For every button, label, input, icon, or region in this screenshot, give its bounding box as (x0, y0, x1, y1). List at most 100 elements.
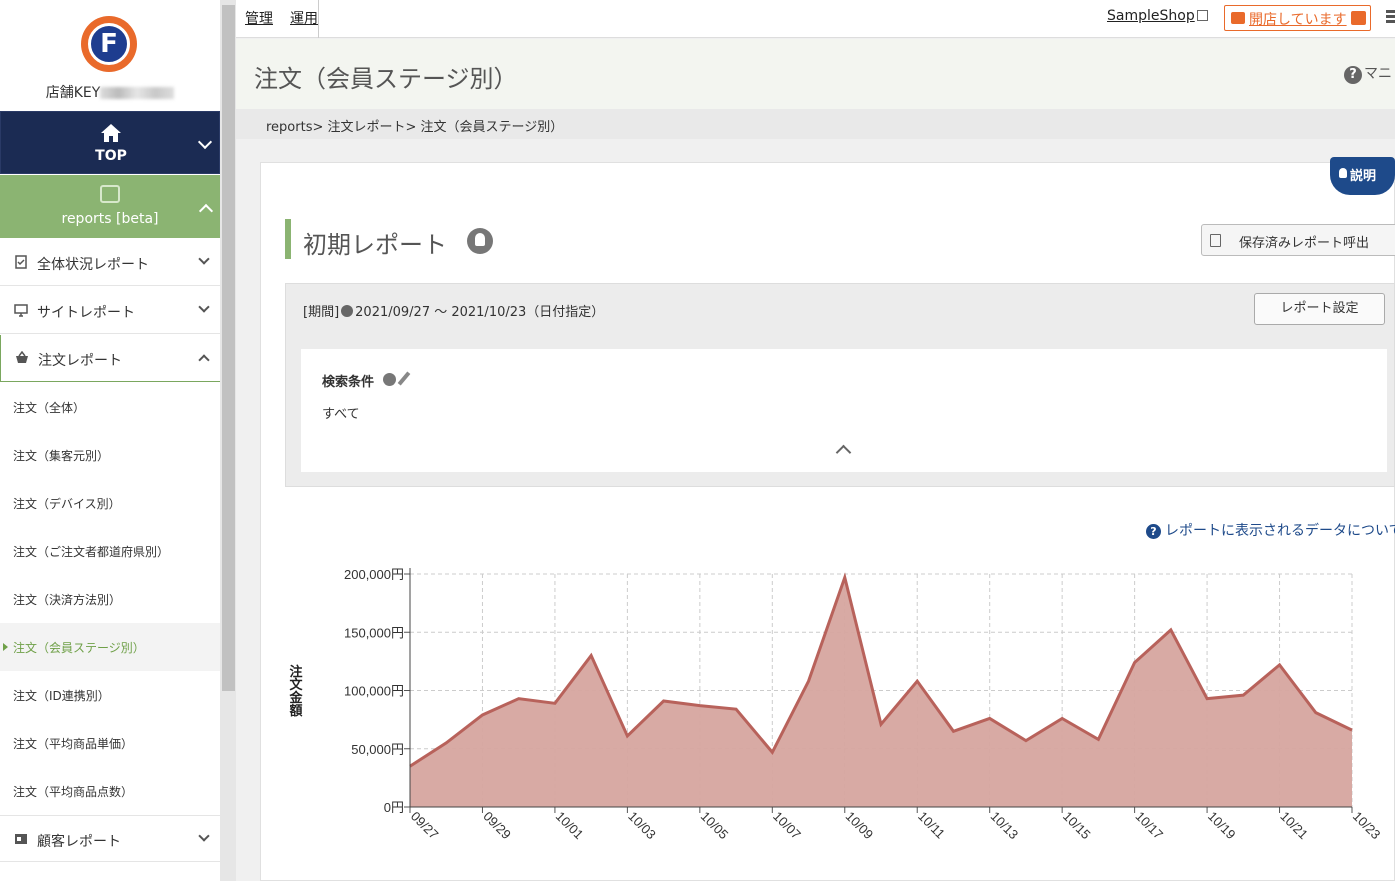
shop-logo[interactable]: F (81, 16, 137, 72)
sidebar-item-label: 注文（集客元別） (13, 449, 110, 463)
monitor-icon (14, 304, 28, 317)
nav-reports[interactable]: reports [beta] (0, 175, 220, 238)
report-title: 初期レポート (303, 231, 447, 259)
store-icon (1231, 12, 1245, 24)
x-tick-label: 10/07 (770, 809, 804, 843)
sidebar-item-orders-payment[interactable]: 注文（決済方法別） (0, 575, 220, 623)
data-note-link[interactable]: ? レポートに表示されるデータについて (1146, 520, 1395, 540)
data-note-label: レポートに表示されるデータについて (1165, 523, 1395, 539)
y-tick-label: 100,000円 (344, 684, 404, 699)
chevron-down-icon[interactable] (198, 301, 210, 313)
manual-link[interactable]: ? マニ (1344, 63, 1392, 84)
period-box: [期間] 2021/09/27 〜 2021/10/23（日付指定） レポート設定… (285, 283, 1395, 487)
sidebar-item-orders-source[interactable]: 注文（集客元別） (0, 431, 220, 479)
search-conditions-label: 検索条件 (322, 375, 375, 390)
chevron-up-icon[interactable] (835, 444, 852, 461)
period-prefix: [期間] (303, 305, 340, 320)
series-area (410, 577, 1352, 807)
sidebar-item-orders-all[interactable]: 注文（全体） (0, 383, 220, 431)
manual-label: マニ (1364, 66, 1392, 82)
pin-icon (341, 305, 354, 317)
report-settings-button[interactable]: レポート設定 (1254, 293, 1385, 325)
chevron-down-icon[interactable] (198, 253, 210, 265)
x-tick-label: 09/29 (480, 809, 514, 843)
store-key-label: 店舗KEY (45, 85, 101, 101)
open-status-button[interactable]: 開店しています (1224, 5, 1371, 31)
report-heading: 初期レポート (285, 219, 493, 259)
store-key: 店舗KEY (0, 82, 220, 102)
toggle-icon (1351, 11, 1366, 25)
search-conditions-value: すべて (322, 407, 360, 422)
nav-reports-label: reports [beta] (61, 211, 159, 227)
question-icon: ? (1344, 66, 1362, 84)
lightbulb-icon[interactable] (467, 228, 493, 254)
chevron-up-icon[interactable] (198, 354, 210, 366)
sidebar-section-customers[interactable]: 顧客レポート (0, 815, 220, 862)
active-arrow-icon (3, 643, 8, 651)
breadcrumb[interactable]: reports> 注文レポート> 注文（会員ステージ別） (266, 116, 563, 135)
x-tick-label: 10/09 (843, 809, 877, 843)
chart-icon (100, 185, 120, 203)
sidebar-item-orders-id-link[interactable]: 注文（ID連携別） (0, 671, 220, 719)
y-tick-label: 200,000円 (344, 567, 404, 582)
tab-operate[interactable]: 運用 (290, 8, 318, 28)
top-bar: 管理 運用 SampleShop 開店しています (236, 0, 1395, 38)
sidebar-scrollbar-thumb[interactable] (222, 5, 235, 691)
x-tick-label: 10/13 (988, 809, 1022, 843)
y-tick-label: 50,000円 (351, 742, 404, 757)
chevron-down-icon[interactable] (198, 830, 210, 842)
sidebar-section-orders[interactable]: 注文レポート (0, 335, 220, 382)
search-conditions-box: 検索条件 すべて (301, 349, 1387, 472)
tab-manage[interactable]: 管理 (245, 8, 273, 28)
sidebar-item-label: 注文（決済方法別） (13, 593, 122, 607)
nav-top[interactable]: TOP (0, 111, 220, 174)
saved-report-button[interactable]: 保存済みレポート呼出 (1201, 224, 1395, 256)
sidebar-item-orders-avg-price[interactable]: 注文（平均商品単価） (0, 719, 220, 767)
sidebar-section-label: 顧客レポート (37, 834, 121, 850)
store-key-value-blurred (100, 87, 175, 99)
x-tick-label: 10/05 (698, 809, 732, 843)
divider (318, 0, 319, 38)
y-axis-label: 注文金額 (288, 664, 304, 718)
sidebar-item-label: 注文（全体） (13, 401, 86, 415)
help-tab-label: 説明 (1350, 169, 1377, 184)
help-tab[interactable]: 説明 (1330, 157, 1395, 195)
home-icon (101, 124, 121, 142)
question-icon: ? (1146, 524, 1161, 539)
main-content: 管理 運用 SampleShop 開店しています 注文（会員ステージ別） ? マニ… (236, 0, 1395, 881)
sidebar-item-label: 注文（平均商品点数） (13, 785, 134, 799)
breadcrumb-bar: reports> 注文レポート> 注文（会員ステージ別） (236, 109, 1395, 139)
order-amount-chart: 0円 50,000円 100,000円 150,000円 200,000円 09/27 09… (288, 567, 1384, 843)
x-tick-label: 10/17 (1132, 809, 1166, 843)
title-bar: 注文（会員ステージ別） ? マニ (236, 39, 1395, 109)
shop-link[interactable]: SampleShop (1107, 8, 1195, 24)
sidebar-section-site[interactable]: サイトレポート (0, 287, 220, 334)
saved-report-label: 保存済みレポート呼出 (1239, 236, 1370, 251)
sidebar-item-label: 注文（ご注文者都道府県別） (13, 545, 170, 559)
sidebar-section-overall[interactable]: 全体状況レポート (0, 239, 220, 286)
lightbulb-icon (1339, 168, 1347, 178)
sidebar-item-orders-device[interactable]: 注文（デバイス別） (0, 479, 220, 527)
chevron-down-icon[interactable] (197, 134, 213, 150)
x-tick-label: 10/11 (915, 809, 948, 842)
pencil-icon[interactable] (397, 371, 411, 386)
basket-icon (16, 351, 28, 363)
menu-grid-icon[interactable] (1386, 10, 1395, 24)
x-tick-label: 10/19 (1205, 809, 1239, 843)
id-card-icon (15, 834, 27, 844)
sidebar-section-label: サイトレポート (37, 305, 135, 321)
sidebar-item-label: 注文（デバイス別） (13, 497, 121, 511)
external-link-icon[interactable] (1197, 10, 1208, 21)
open-status-label: 開店しています (1249, 12, 1347, 28)
period-text: [期間] 2021/09/27 〜 2021/10/23（日付指定） (303, 301, 604, 320)
clipboard-icon (15, 255, 27, 269)
x-tick-label: 10/01 (553, 809, 587, 843)
sidebar-item-orders-avg-qty[interactable]: 注文（平均商品点数） (0, 767, 220, 815)
x-tick-label: 10/21 (1277, 809, 1311, 843)
sidebar-item-orders-prefecture[interactable]: 注文（ご注文者都道府県別） (0, 527, 220, 575)
clipboard-icon (1210, 234, 1221, 247)
pin-icon[interactable] (383, 373, 396, 386)
period-value: 2021/09/27 〜 2021/10/23（日付指定） (355, 305, 605, 320)
sidebar-section-label: 注文レポート (38, 353, 122, 369)
sidebar-item-orders-member-stage[interactable]: 注文（会員ステージ別） (0, 623, 220, 671)
